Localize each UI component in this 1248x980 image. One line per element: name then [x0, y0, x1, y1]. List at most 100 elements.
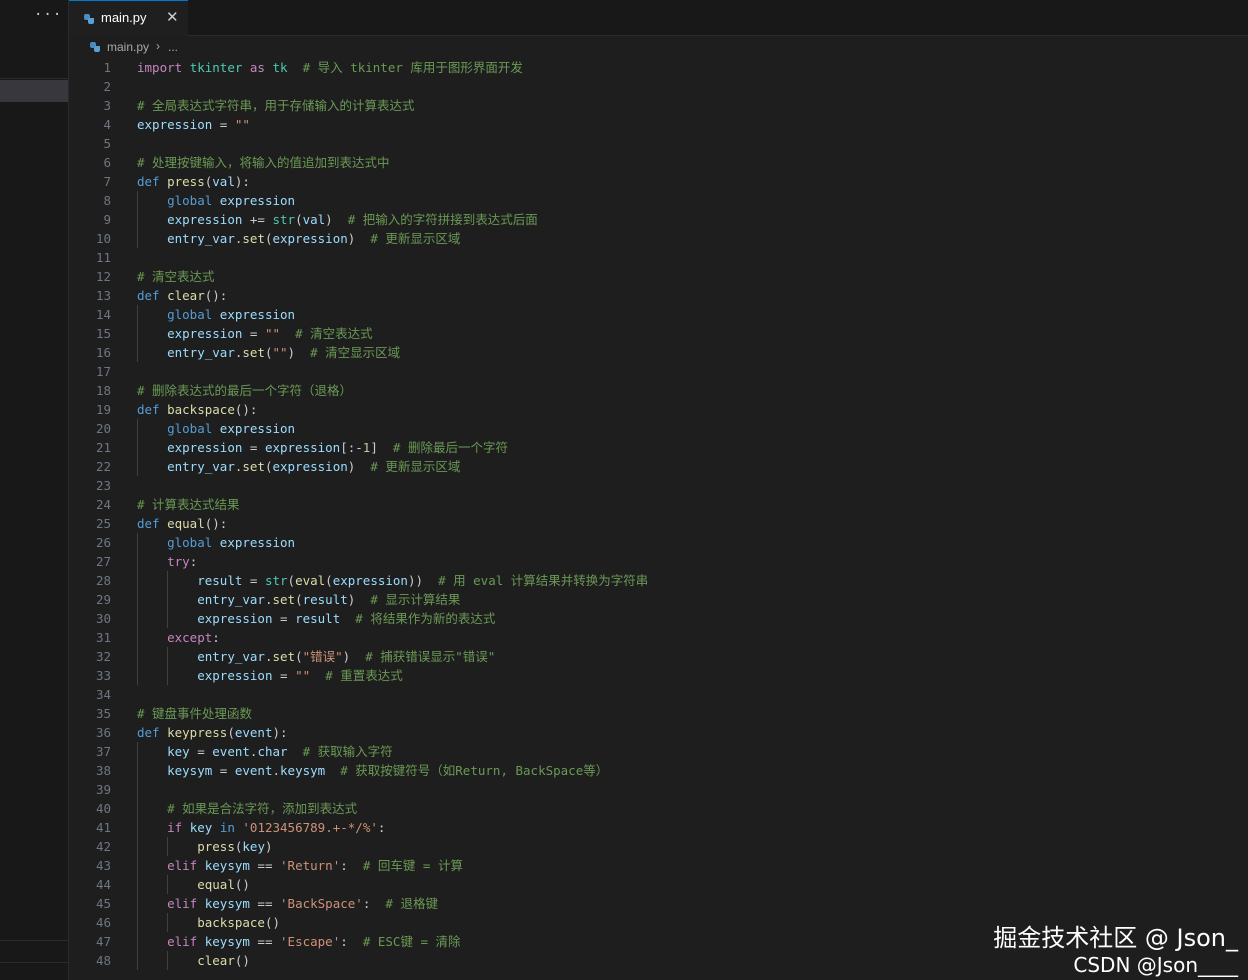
line-number: 17 — [95, 364, 111, 379]
code-text: entry_var.set(expression) # 更新显示区域 — [137, 457, 460, 476]
line-number: 3 — [103, 98, 111, 113]
code-line[interactable]: 6 # 处理按键输入，将输入的值追加到表达式中 — [69, 153, 1248, 172]
sidebar: ··· — [0, 0, 68, 980]
code-token: eval — [295, 573, 326, 588]
breadcrumb-symbols[interactable]: ... — [168, 40, 178, 54]
code-line[interactable]: 16 entry_var.set("") # 清空显示区域 — [69, 343, 1248, 362]
code-line[interactable]: 3 # 全局表达式字符串，用于存储输入的计算表达式 — [69, 96, 1248, 115]
code-line[interactable]: 30 expression = result # 将结果作为新的表达式 — [69, 609, 1248, 628]
code-line[interactable]: 40 # 如果是合法字符，添加到表达式 — [69, 799, 1248, 818]
line-number: 32 — [95, 649, 111, 664]
code-token: ( — [295, 649, 303, 664]
line-number: 48 — [95, 953, 111, 968]
code-token: expression — [272, 459, 348, 474]
code-line[interactable]: 35 # 键盘事件处理函数 — [69, 704, 1248, 723]
code-text: expression = result # 将结果作为新的表达式 — [137, 609, 495, 628]
indent-guide — [137, 305, 138, 362]
code-line[interactable]: 10 entry_var.set(expression) # 更新显示区域 — [69, 229, 1248, 248]
code-line[interactable]: 5 — [69, 134, 1248, 153]
code-line[interactable]: 33 expression = "" # 重置表达式 — [69, 666, 1248, 685]
code-token: = — [272, 668, 296, 683]
code-token: [:- — [340, 440, 363, 455]
line-number: 10 — [95, 231, 111, 246]
code-token: ): — [234, 174, 250, 189]
code-token: # 导入 tkinter 库用于图形界面开发 — [302, 60, 523, 75]
code-line[interactable]: 28 result = str(eval(expression)) # 用 ev… — [69, 571, 1248, 590]
code-token: entry_var — [197, 649, 265, 664]
line-number: 13 — [95, 288, 111, 303]
code-line[interactable]: 36 def keypress(event): — [69, 723, 1248, 742]
code-line[interactable]: 34 — [69, 685, 1248, 704]
code-line[interactable]: 4 expression = "" — [69, 115, 1248, 134]
sidebar-selected-item[interactable] — [0, 80, 68, 102]
code-line[interactable]: 14 global expression — [69, 305, 1248, 324]
code-line[interactable]: 13 def clear(): — [69, 286, 1248, 305]
code-line[interactable]: 11 — [69, 248, 1248, 267]
code-text: if key in '0123456789.+-*/%': — [137, 818, 385, 837]
code-text: expression = "" # 清空表达式 — [137, 324, 373, 343]
code-line[interactable]: 37 key = event.char # 获取输入字符 — [69, 742, 1248, 761]
python-file-icon — [84, 14, 94, 24]
code-token: def — [137, 725, 160, 740]
code-token: ) — [347, 592, 371, 607]
code-text: # 键盘事件处理函数 — [137, 704, 252, 723]
code-line[interactable]: 25 def equal(): — [69, 514, 1248, 533]
code-line[interactable]: 18 # 删除表达式的最后一个字符（退格） — [69, 381, 1248, 400]
tab-main-py[interactable]: main.py ✕ — [69, 0, 188, 36]
code-line[interactable]: 29 entry_var.set(result) # 显示计算结果 — [69, 590, 1248, 609]
line-number: 1 — [103, 60, 111, 75]
line-number: 14 — [95, 307, 111, 322]
code-line[interactable]: 21 expression = expression[:-1] # 删除最后一个… — [69, 438, 1248, 457]
code-line[interactable]: 45 elif keysym == 'BackSpace': # 退格键 — [69, 894, 1248, 913]
code-token: # 将结果作为新的表达式 — [355, 611, 496, 626]
code-text: entry_var.set("错误") # 捕获错误显示"错误" — [137, 647, 495, 666]
code-token: expression — [167, 440, 243, 455]
code-line[interactable]: 24 # 计算表达式结果 — [69, 495, 1248, 514]
code-text: expression = "" # 重置表达式 — [137, 666, 403, 685]
code-token: entry_var — [167, 459, 235, 474]
code-token: expression — [167, 326, 243, 341]
code-line[interactable]: 22 entry_var.set(expression) # 更新显示区域 — [69, 457, 1248, 476]
code-token: expression — [264, 440, 341, 455]
code-line[interactable]: 9 expression += str(val) # 把输入的字符拼接到表达式后… — [69, 210, 1248, 229]
more-actions-icon[interactable]: ··· — [34, 6, 61, 24]
code-editor[interactable]: 1 import tkinter as tk # 导入 tkinter 库用于图形… — [69, 57, 1248, 980]
code-line[interactable]: 31 except: — [69, 628, 1248, 647]
code-line[interactable]: 39 — [69, 780, 1248, 799]
code-line[interactable]: 23 — [69, 476, 1248, 495]
indent-guide — [167, 913, 169, 932]
code-line[interactable]: 38 keysym = event.keysym # 获取按键符号（如Retur… — [69, 761, 1248, 780]
code-line[interactable]: 1 import tkinter as tk # 导入 tkinter 库用于图形… — [69, 58, 1248, 77]
code-line[interactable]: 20 global expression — [69, 419, 1248, 438]
code-line[interactable]: 44 equal() — [69, 875, 1248, 894]
code-token: result — [295, 611, 341, 626]
code-line[interactable]: 15 expression = "" # 清空表达式 — [69, 324, 1248, 343]
code-line[interactable]: 19 def backspace(): — [69, 400, 1248, 419]
code-line[interactable]: 12 # 清空表达式 — [69, 267, 1248, 286]
code-token: # 获取输入字符 — [302, 744, 393, 759]
code-text: entry_var.set(expression) # 更新显示区域 — [137, 229, 460, 248]
code-text: expression = "" — [137, 115, 250, 134]
code-line[interactable]: 32 entry_var.set("错误") # 捕获错误显示"错误" — [69, 647, 1248, 666]
code-line[interactable]: 2 — [69, 77, 1248, 96]
close-icon[interactable]: ✕ — [166, 9, 179, 27]
code-line[interactable]: 8 global expression — [69, 191, 1248, 210]
code-token: expression — [219, 193, 296, 208]
code-token: ): — [272, 725, 288, 740]
code-line[interactable]: 7 def press(val): — [69, 172, 1248, 191]
code-text: def press(val): — [137, 172, 250, 191]
breadcrumb-file[interactable]: main.py — [107, 40, 149, 54]
code-token: expression — [197, 611, 273, 626]
code-token: expression — [197, 668, 273, 683]
code-line[interactable]: 41 if key in '0123456789.+-*/%': — [69, 818, 1248, 837]
code-line[interactable]: 27 try: — [69, 552, 1248, 571]
code-line[interactable]: 42 press(key) — [69, 837, 1248, 856]
code-line[interactable]: 26 global expression — [69, 533, 1248, 552]
code-line[interactable]: 17 — [69, 362, 1248, 381]
code-line[interactable]: 43 elif keysym == 'Return': # 回车键 = 计算 — [69, 856, 1248, 875]
